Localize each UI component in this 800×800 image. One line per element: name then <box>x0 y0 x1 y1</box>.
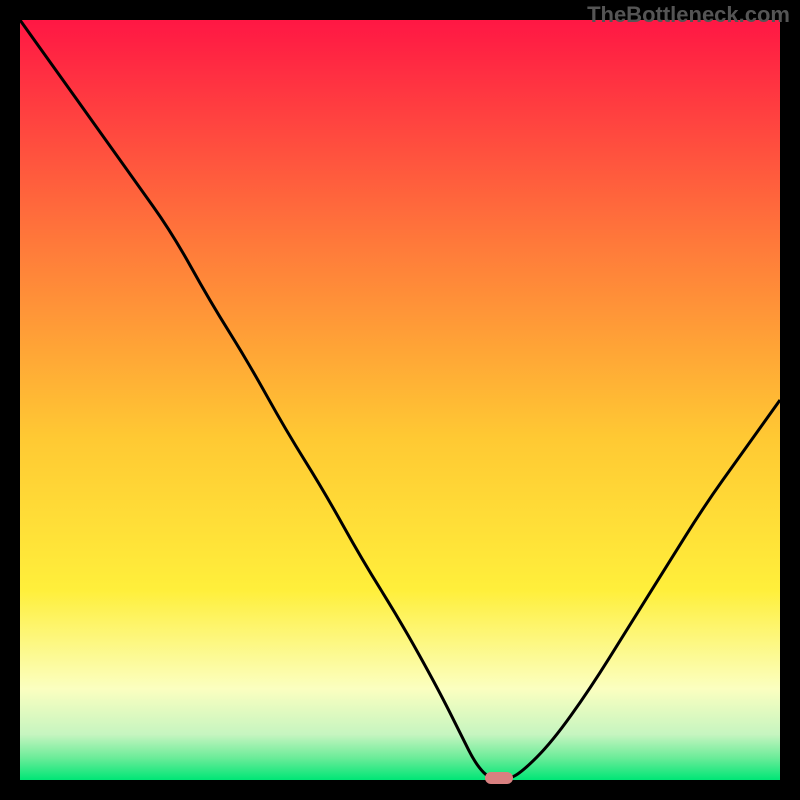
plot-area <box>20 20 780 780</box>
gradient-background <box>20 20 780 780</box>
chart-container: TheBottleneck.com <box>0 0 800 800</box>
watermark-text: TheBottleneck.com <box>587 2 790 28</box>
bottleneck-chart <box>20 20 780 780</box>
optimal-marker <box>485 772 513 784</box>
